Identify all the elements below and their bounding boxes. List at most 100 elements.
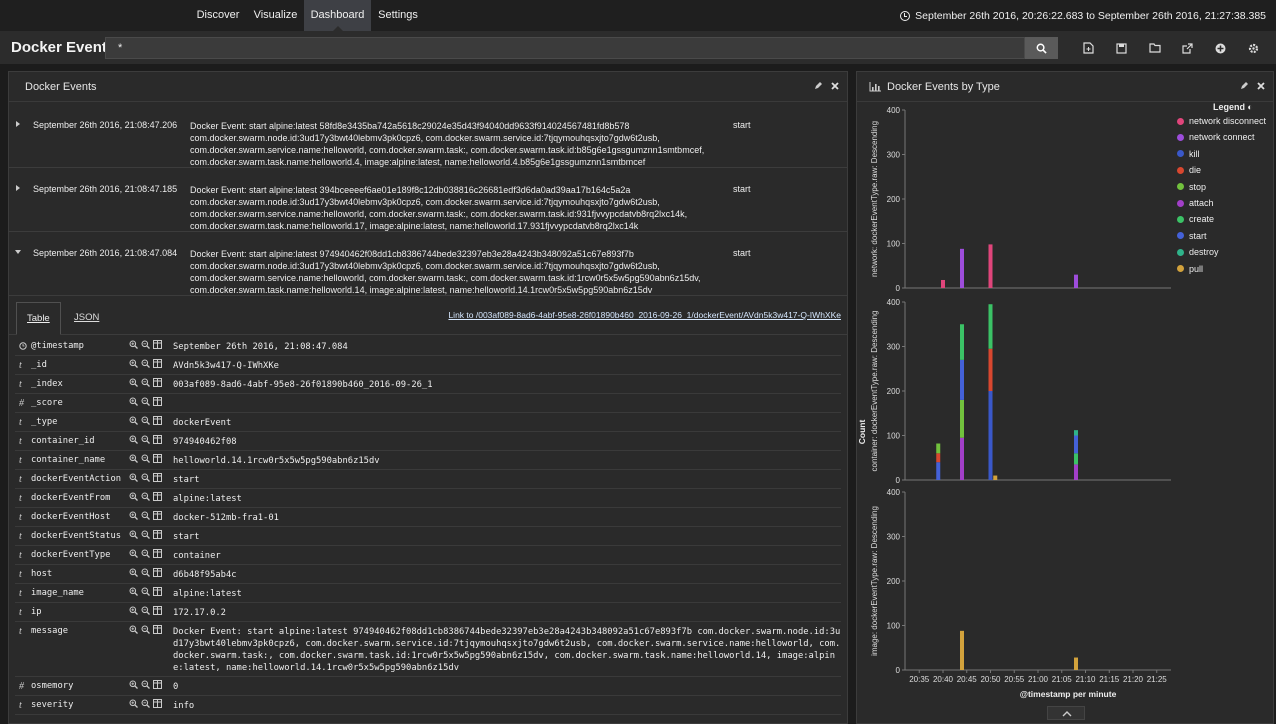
legend-item[interactable]: attach [1177,198,1214,208]
close-icon[interactable] [1257,81,1265,90]
zoom-in-icon[interactable] [129,680,138,689]
search-button[interactable] [1025,37,1058,59]
legend-label: kill [1189,148,1200,159]
toggle-column-icon[interactable] [153,359,162,368]
zoom-out-icon[interactable] [141,530,150,539]
tab-json[interactable]: JSON [64,302,109,335]
nav-tab-dashboard[interactable]: Dashboard [304,0,371,31]
caret-down-icon[interactable] [14,248,22,256]
gear-icon [1248,43,1259,53]
zoom-out-icon[interactable] [141,606,150,615]
toggle-column-icon[interactable] [153,378,162,387]
zoom-in-icon[interactable] [129,378,138,387]
zoom-in-icon[interactable] [129,511,138,520]
legend-item[interactable]: network connect [1177,132,1255,142]
legend-item[interactable]: stop [1177,182,1206,192]
toggle-column-icon[interactable] [153,397,162,406]
caret-right-icon[interactable] [14,120,22,128]
zoom-out-icon[interactable] [141,359,150,368]
zoom-in-icon[interactable] [129,359,138,368]
toggle-column-icon[interactable] [153,568,162,577]
toggle-column-icon[interactable] [153,340,162,349]
zoom-out-icon[interactable] [141,397,150,406]
time-picker[interactable]: September 26th 2016, 20:26:22.683 to Sep… [900,0,1266,31]
new-dashboard-button[interactable] [1072,37,1105,59]
zoom-out-icon[interactable] [141,473,150,482]
share-dashboard-button[interactable] [1171,37,1204,59]
pencil-icon[interactable] [1240,81,1249,90]
toggle-column-icon[interactable] [153,511,162,520]
nav-tab-settings[interactable]: Settings [372,0,424,31]
nav-tab-visualize[interactable]: Visualize [248,0,303,31]
zoom-out-icon[interactable] [141,340,150,349]
zoom-out-icon[interactable] [141,549,150,558]
caret-right-icon[interactable] [14,184,22,192]
zoom-in-icon[interactable] [129,454,138,463]
zoom-out-icon[interactable] [141,416,150,425]
field-row: t dockerEventType container [15,546,841,565]
document-row[interactable]: September 26th 2016, 21:08:47.206 Docker… [9,104,847,168]
nav-tab-discover[interactable]: Discover [190,0,246,31]
document-row-expanded[interactable]: September 26th 2016, 21:08:47.084 Docker… [9,232,847,296]
legend-item[interactable]: start [1177,231,1207,241]
zoom-in-icon[interactable] [129,530,138,539]
zoom-in-icon[interactable] [129,473,138,482]
pencil-icon[interactable] [814,81,823,90]
tab-table[interactable]: Table [16,302,61,335]
toggle-column-icon[interactable] [153,435,162,444]
toggle-column-icon[interactable] [153,587,162,596]
field-row: t severity info [15,696,841,715]
toggle-column-icon[interactable] [153,625,162,634]
zoom-in-icon[interactable] [129,699,138,708]
toggle-column-icon[interactable] [153,416,162,425]
document-link[interactable]: Link to /003af089-8ad6-4abf-95e8-26f0189… [448,310,841,320]
zoom-in-icon[interactable] [129,340,138,349]
zoom-out-icon[interactable] [141,625,150,634]
field-type-icon: # [19,398,24,409]
zoom-out-icon[interactable] [141,587,150,596]
zoom-in-icon[interactable] [129,397,138,406]
zoom-out-icon[interactable] [141,492,150,501]
legend-title[interactable]: Legend ◐ [1213,102,1253,112]
zoom-out-icon[interactable] [141,454,150,463]
zoom-in-icon[interactable] [129,492,138,501]
field-row: t _index 003af089-8ad6-4abf-95e8-26f01890b… [15,375,841,394]
toggle-column-icon[interactable] [153,530,162,539]
toggle-column-icon[interactable] [153,680,162,689]
zoom-in-icon[interactable] [129,606,138,615]
open-dashboard-button[interactable] [1138,37,1171,59]
query-input[interactable] [105,37,1025,59]
zoom-out-icon[interactable] [141,680,150,689]
legend-toggle-icon[interactable]: ◐ [1248,102,1253,112]
document-row[interactable]: September 26th 2016, 21:08:47.185 Docker… [9,168,847,232]
save-dashboard-button[interactable] [1105,37,1138,59]
close-icon[interactable] [831,81,839,90]
zoom-in-icon[interactable] [129,549,138,558]
toggle-column-icon[interactable] [153,454,162,463]
zoom-in-icon[interactable] [129,587,138,596]
legend-item[interactable]: die [1177,165,1201,175]
toggle-column-icon[interactable] [153,473,162,482]
legend-item[interactable]: kill [1177,149,1200,159]
options-button[interactable] [1237,37,1270,59]
toggle-column-icon[interactable] [153,699,162,708]
zoom-in-icon[interactable] [129,416,138,425]
legend-item[interactable]: destroy [1177,247,1219,257]
toggle-column-icon[interactable] [153,549,162,558]
toggle-column-icon[interactable] [153,492,162,501]
zoom-out-icon[interactable] [141,568,150,577]
legend-item[interactable]: pull [1177,264,1203,274]
legend-label: destroy [1189,247,1219,258]
zoom-in-icon[interactable] [129,435,138,444]
zoom-in-icon[interactable] [129,625,138,634]
zoom-in-icon[interactable] [129,568,138,577]
add-panel-button[interactable] [1204,37,1237,59]
legend-item[interactable]: create [1177,214,1214,224]
toggle-column-icon[interactable] [153,606,162,615]
collapse-toggle[interactable] [1047,706,1085,720]
zoom-out-icon[interactable] [141,699,150,708]
zoom-out-icon[interactable] [141,378,150,387]
zoom-out-icon[interactable] [141,435,150,444]
zoom-out-icon[interactable] [141,511,150,520]
legend-item[interactable]: network disconnect [1177,116,1266,126]
